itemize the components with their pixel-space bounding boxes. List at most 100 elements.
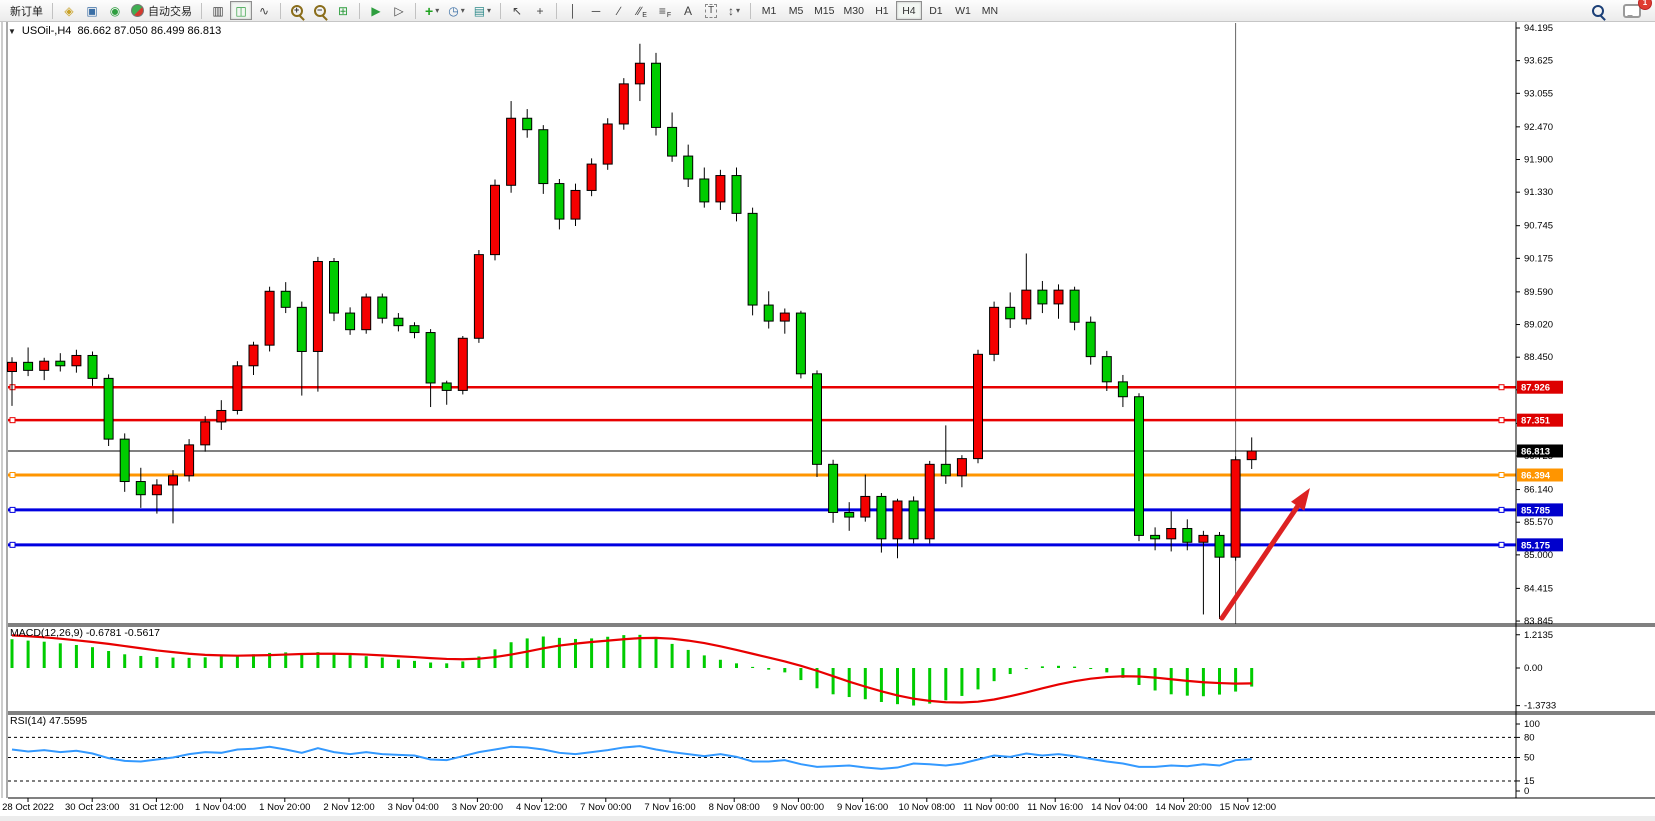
auto-scroll-button[interactable]: ▶ [365, 1, 387, 20]
line-chart-button[interactable]: ∿ [253, 1, 275, 20]
candle-down [56, 361, 65, 366]
timeframe-m1[interactable]: M1 [756, 1, 782, 20]
macd-histogram-bar [1025, 668, 1028, 669]
notifications-button[interactable]: 1 [1619, 1, 1645, 20]
chart-dropdown-arrow[interactable]: ▼ [8, 27, 16, 36]
candle-up [233, 366, 242, 411]
macd-histogram-bar [429, 663, 432, 668]
macd-histogram-bar [928, 668, 931, 704]
time-tick-label: 1 Nov 04:00 [195, 802, 246, 813]
macd-histogram-bar [1218, 668, 1221, 695]
templates-button[interactable]: ▤▾ [470, 1, 495, 20]
cursor-button[interactable]: ↖ [506, 1, 528, 20]
macd-histogram-bar [365, 656, 368, 668]
data-window-icon[interactable]: ▣ [81, 1, 103, 20]
candlestick-button[interactable]: ◫ [230, 1, 252, 20]
text-label-button[interactable]: T [700, 1, 722, 20]
macd-histogram-bar [542, 636, 545, 668]
bar-chart-button[interactable]: ▥ [207, 1, 229, 20]
candle-up [861, 496, 870, 517]
chart-title: ▼ USOil-,H4 86.662 87.050 86.499 86.813 [8, 25, 221, 37]
candle-up [635, 63, 644, 84]
crosshair-button[interactable]: + [529, 1, 551, 20]
price-tag-label: 85.785 [1521, 505, 1551, 516]
candle-down [941, 464, 950, 475]
candle-down [88, 355, 97, 378]
macd-histogram-bar [880, 668, 883, 702]
vertical-line-button[interactable]: │ [562, 1, 584, 20]
rsi-tick-label: 50 [1524, 753, 1535, 764]
macd-histogram-bar [1073, 667, 1076, 668]
horizontal-line-button[interactable]: ─ [585, 1, 607, 20]
candle-up [8, 362, 17, 371]
timeframe-h4[interactable]: H4 [896, 1, 922, 20]
fibonacci-button[interactable]: ≡F [654, 1, 676, 20]
timeframe-m30[interactable]: M30 [840, 1, 868, 20]
timeframe-m15[interactable]: M15 [810, 1, 838, 20]
trendline-button[interactable]: ∕ [608, 1, 630, 20]
candle-up [603, 124, 612, 164]
zoom-in-button[interactable]: + [286, 1, 308, 20]
time-tick-label: 7 Nov 16:00 [644, 802, 695, 813]
price-tick-label: 93.625 [1524, 56, 1553, 67]
candle-down [829, 464, 838, 512]
timeframe-h1[interactable]: H1 [869, 1, 895, 20]
search-icon [1592, 5, 1604, 17]
macd-histogram-bar [993, 668, 996, 681]
autotrading-icon [131, 4, 144, 17]
candle-down [668, 127, 677, 156]
time-tick-label: 30 Oct 23:00 [65, 802, 119, 813]
zoom-in-icon: + [291, 5, 303, 17]
navigator-icon[interactable]: ◉ [104, 1, 126, 20]
price-tag-label: 87.926 [1521, 383, 1550, 394]
chevron-down-icon: ▾ [435, 6, 439, 15]
line-handle [10, 542, 15, 547]
autotrading-button[interactable]: 自动交易 [127, 1, 196, 20]
text-button[interactable]: A [677, 1, 699, 20]
candle-down [1183, 529, 1192, 543]
candle-down [136, 482, 145, 495]
timeframe-d1[interactable]: D1 [923, 1, 949, 20]
price-tick-label: 89.020 [1524, 320, 1553, 331]
candle-down [909, 501, 918, 539]
macd-tick-label: 0.00 [1524, 663, 1543, 674]
chart-shift-button[interactable]: ▷ [388, 1, 410, 20]
macd-histogram-bar [751, 667, 754, 668]
market-watch-icon[interactable]: ◈ [58, 1, 80, 20]
timeframe-w1[interactable]: W1 [950, 1, 976, 20]
periods-button[interactable]: ◷▾ [444, 1, 469, 20]
time-tick-label: 31 Oct 12:00 [129, 802, 183, 813]
toolbar-separator [52, 3, 53, 19]
macd-histogram-bar [43, 642, 46, 668]
indicators-button[interactable]: +▾ [421, 1, 443, 20]
zoom-out-button[interactable]: − [309, 1, 331, 20]
timeframe-mn[interactable]: MN [977, 1, 1003, 20]
candle-up [957, 459, 966, 476]
tile-windows-button[interactable]: ⊞ [332, 1, 354, 20]
line-handle [1499, 385, 1504, 390]
time-tick-label: 4 Nov 12:00 [516, 802, 567, 813]
new-order-button[interactable]: 新订单 [6, 1, 47, 20]
equidistant-channel-button[interactable]: ∕∕E [631, 1, 653, 20]
candle-up [458, 338, 467, 390]
price-tick-label: 92.470 [1524, 122, 1553, 133]
candle-down [104, 378, 113, 439]
macd-histogram-bar [1154, 668, 1157, 690]
candle-up [40, 361, 49, 370]
candle-up [1167, 529, 1176, 539]
timeframe-m5[interactable]: M5 [783, 1, 809, 20]
candle-up [265, 291, 274, 345]
time-tick-label: 11 Nov 00:00 [963, 802, 1019, 813]
price-tag-label: 87.351 [1521, 416, 1551, 427]
search-button[interactable] [1587, 1, 1609, 20]
candle-down [1102, 357, 1111, 382]
macd-histogram-bar [526, 638, 529, 668]
time-tick-label: 3 Nov 20:00 [452, 802, 503, 813]
macd-histogram-bar [703, 655, 706, 668]
chart-surface[interactable]: 94.19593.62593.05592.47091.90091.33090.7… [0, 22, 1655, 821]
candle-down [1118, 382, 1127, 397]
toolbar: 新订单 ◈ ▣ ◉ 自动交易 ▥ ◫ ∿ + − ⊞ ▶ ▷ +▾ ◷▾ ▤▾ … [0, 0, 1655, 22]
chevron-down-icon: ▾ [461, 6, 465, 15]
candle-up [990, 307, 999, 354]
arrows-shapes-button[interactable]: ↕▾ [723, 1, 745, 20]
